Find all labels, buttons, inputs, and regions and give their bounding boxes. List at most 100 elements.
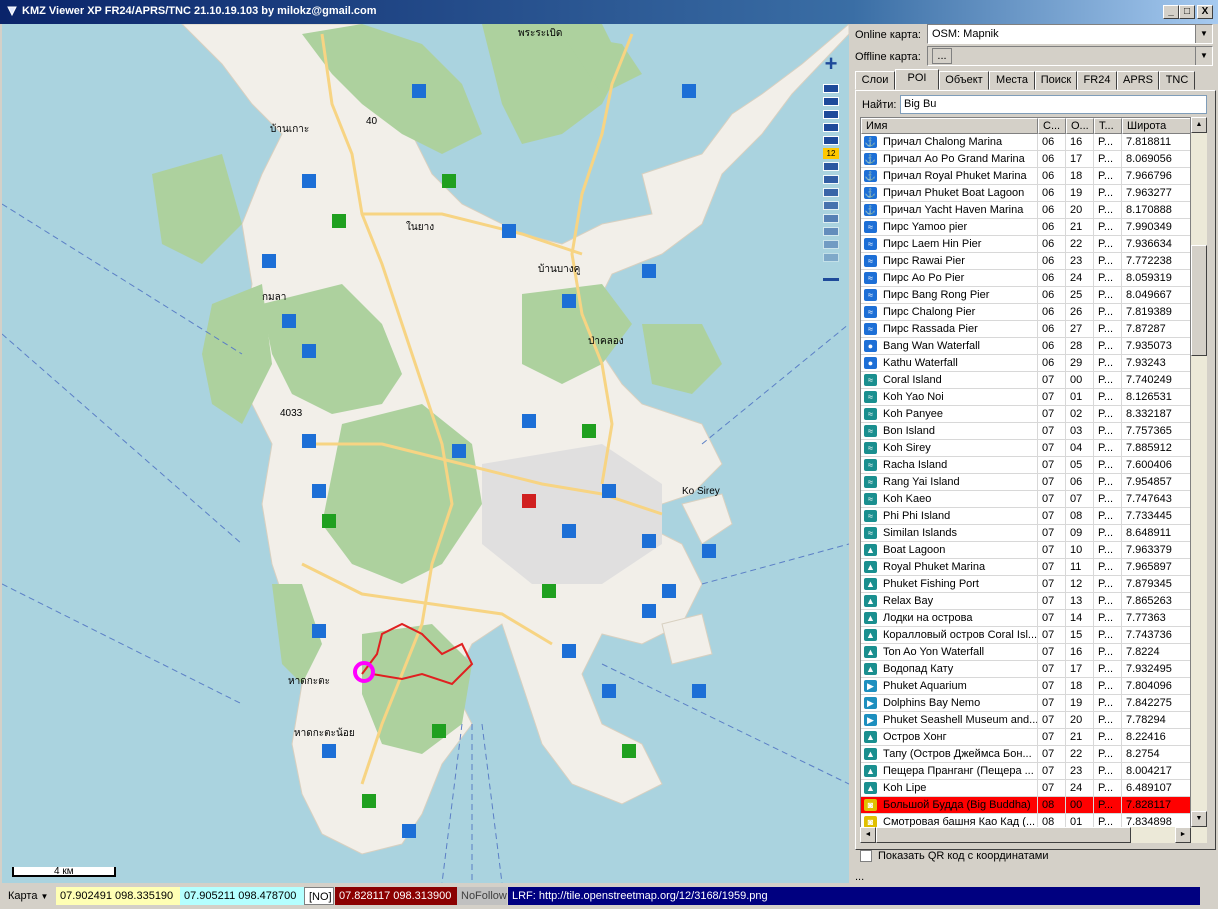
column-header-latitude[interactable]: Широта: [1122, 118, 1190, 134]
column-header-c[interactable]: С...: [1038, 118, 1066, 134]
zoom-control[interactable]: + 12: [820, 53, 842, 294]
column-header-t[interactable]: Т...: [1094, 118, 1122, 134]
zoom-level-tick[interactable]: [823, 227, 839, 236]
table-row[interactable]: ▲ Koh Lipe 07 24 P... 6.489107: [861, 780, 1190, 797]
table-row[interactable]: ▶ Phuket Aquarium 07 18 P... 7.804096: [861, 678, 1190, 695]
table-row[interactable]: ◙ Большой Будда (Big Buddha) 08 00 P... 7.828…: [861, 797, 1190, 814]
chevron-down-icon[interactable]: ▼: [1195, 47, 1212, 65]
table-row[interactable]: ⚓ Причал Yacht Haven Marina 06 20 P... 8.1708…: [861, 202, 1190, 219]
table-row[interactable]: ≈ Пирс Bang Rong Pier 06 25 P... 8.049667: [861, 287, 1190, 304]
cell-o: 22: [1066, 746, 1094, 763]
table-row[interactable]: ⚓ Причал Phuket Boat Lagoon 06 19 P... 7.9632…: [861, 185, 1190, 202]
zoom-level-tick[interactable]: [823, 123, 839, 132]
chevron-down-icon[interactable]: ▼: [1195, 25, 1212, 43]
zoom-level-tick[interactable]: [823, 253, 839, 262]
scroll-up-arrow-icon[interactable]: ▲: [1191, 117, 1207, 133]
table-row[interactable]: ≈ Пирс Chalong Pier 06 26 P... 7.819389: [861, 304, 1190, 321]
table-row[interactable]: ⚓ Причал Ao Po Grand Marina 06 17 P... 8.0690…: [861, 151, 1190, 168]
zoom-level-tick[interactable]: [823, 214, 839, 223]
table-row[interactable]: ▲ Остров Хонг 07 21 P... 8.22416: [861, 729, 1190, 746]
table-row[interactable]: ≈ Rang Yai Island 07 06 P... 7.954857: [861, 474, 1190, 491]
h-scroll-thumb[interactable]: [876, 827, 1131, 843]
table-row[interactable]: ▲ Лодки на острова 07 14 P... 7.77363: [861, 610, 1190, 627]
scroll-thumb[interactable]: [1191, 245, 1207, 356]
cell-o: 11: [1066, 559, 1094, 576]
table-row[interactable]: ▶ Phuket Seashell Museum and... 07 20 P... 7.…: [861, 712, 1190, 729]
table-row[interactable]: ≈ Phi Phi Island 07 08 P... 7.733445: [861, 508, 1190, 525]
cell-o-text: 29: [1070, 357, 1083, 369]
zoom-level-tick[interactable]: [823, 136, 839, 145]
column-header-name[interactable]: Имя: [861, 118, 1038, 134]
cell-name: ≈ Пирс Chalong Pier: [861, 304, 1038, 321]
table-row[interactable]: ≈ Пирс Ao Po Pier 06 24 P... 8.059319: [861, 270, 1190, 287]
table-row[interactable]: ≈ Bon Island 07 03 P... 7.757365: [861, 423, 1190, 440]
zoom-out-button[interactable]: [823, 278, 839, 281]
zoom-level-tick[interactable]: [823, 188, 839, 197]
zoom-level-tick[interactable]: [823, 201, 839, 210]
table-row[interactable]: ≈ Пирс Yamoo pier 06 21 P... 7.990349: [861, 219, 1190, 236]
table-row[interactable]: ≈ Пирс Rawai Pier 06 23 P... 7.772238: [861, 253, 1190, 270]
online-map-select[interactable]: OSM: Mapnik ▼: [927, 24, 1213, 44]
table-row[interactable]: ≈ Similan Islands 07 09 P... 8.648911: [861, 525, 1190, 542]
table-row[interactable]: ▲ Relax Bay 07 13 P... 7.865263: [861, 593, 1190, 610]
tab-layers[interactable]: Слои: [855, 71, 895, 90]
table-row[interactable]: ≈ Racha Island 07 05 P... 7.600406: [861, 457, 1190, 474]
table-row[interactable]: ≈ Koh Sirey 07 04 P... 7.885912: [861, 440, 1190, 457]
zoom-level-tick[interactable]: [823, 84, 839, 93]
map-view[interactable]: 40 4033 Ko Sirey บ้านเกาะ บ้านบางคู ป่าค…: [2, 24, 849, 883]
zoom-in-button[interactable]: +: [820, 53, 842, 76]
table-row[interactable]: ● Bang Wan Waterfall 06 28 P... 7.935073: [861, 338, 1190, 355]
tab-fr24[interactable]: FR24: [1077, 71, 1117, 90]
qr-checkbox[interactable]: [860, 850, 872, 862]
no-indicator[interactable]: [NO]: [304, 887, 334, 905]
table-row[interactable]: ▲ Phuket Fishing Port 07 12 P... 7.879345: [861, 576, 1190, 593]
table-horizontal-scrollbar[interactable]: ◄ ►: [860, 827, 1191, 843]
table-row[interactable]: ⚓ Причал Chalong Marina 06 16 P... 7.818811: [861, 134, 1190, 151]
tab-tnc[interactable]: TNC: [1159, 71, 1195, 90]
follow-mode[interactable]: NoFollow: [457, 887, 507, 905]
table-row[interactable]: ≈ Koh Yao Noi 07 01 P... 8.126531: [861, 389, 1190, 406]
table-row[interactable]: ▲ Ton Ao Yon Waterfall 07 16 P... 7.8224: [861, 644, 1190, 661]
zoom-level-tick[interactable]: [823, 175, 839, 184]
table-row[interactable]: ≈ Пирс Laem Hin Pier 06 22 P... 7.936634: [861, 236, 1190, 253]
minimize-button[interactable]: _: [1163, 5, 1179, 19]
tab-aprs[interactable]: APRS: [1117, 71, 1159, 90]
table-row[interactable]: ≈ Koh Kaeo 07 07 P... 7.747643: [861, 491, 1190, 508]
column-header-o[interactable]: О...: [1066, 118, 1094, 134]
maximize-button[interactable]: □: [1179, 5, 1195, 19]
table-row[interactable]: ≈ Пирс Rassada Pier 06 27 P... 7.87287: [861, 321, 1190, 338]
scroll-right-arrow-icon[interactable]: ►: [1175, 827, 1191, 843]
table-row[interactable]: ≈ Koh Panyee 07 02 P... 8.332187: [861, 406, 1190, 423]
table-row[interactable]: ▲ Пещера Пранганг (Пещера ... 07 23 P... 8.00…: [861, 763, 1190, 780]
close-button[interactable]: X: [1197, 5, 1213, 19]
table-vertical-scrollbar[interactable]: ▲ ▼: [1191, 117, 1207, 843]
title-bar[interactable]: KMZ Viewer XP FR24/APRS/TNC 21.10.19.103…: [0, 0, 1218, 24]
tab-places[interactable]: Места: [989, 71, 1035, 90]
tab-poi[interactable]: POI: [895, 69, 939, 90]
zoom-level-tick[interactable]: [823, 240, 839, 249]
table-row[interactable]: ▲ Коралловый остров Coral Isl... 07 15 P... 7…: [861, 627, 1190, 644]
scroll-left-arrow-icon[interactable]: ◄: [860, 827, 876, 843]
scroll-down-arrow-icon[interactable]: ▼: [1191, 811, 1207, 827]
poi-table[interactable]: Имя С... О... Т... Широта ⚓ Причал Chalon…: [860, 117, 1191, 843]
fish-icon: ▶: [864, 697, 877, 709]
mode-dropdown[interactable]: Карта ▼: [4, 887, 56, 905]
tab-search[interactable]: Поиск: [1035, 71, 1077, 90]
table-row[interactable]: ▲ Boat Lagoon 07 10 P... 7.963379: [861, 542, 1190, 559]
table-row[interactable]: ▶ Dolphins Bay Nemo 07 19 P... 7.842275: [861, 695, 1190, 712]
table-row[interactable]: ⚓ Причал Royal Phuket Marina 06 18 P... 7.966…: [861, 168, 1190, 185]
cell-t-text: P...: [1098, 204, 1114, 216]
table-row[interactable]: ▲ Тапу (Остров Джеймса Бон... 07 22 P... 8.27…: [861, 746, 1190, 763]
offline-map-select[interactable]: ... ▼: [927, 46, 1213, 66]
zoom-level-tick[interactable]: [823, 110, 839, 119]
cell-t: P...: [1094, 355, 1122, 372]
zoom-level-tick[interactable]: [823, 97, 839, 106]
table-row[interactable]: ≈ Coral Island 07 00 P... 7.740249: [861, 372, 1190, 389]
zoom-current-level[interactable]: 12: [823, 148, 839, 159]
table-row[interactable]: ▲ Водопад Кату 07 17 P... 7.932495: [861, 661, 1190, 678]
zoom-level-tick[interactable]: [823, 162, 839, 171]
tab-object[interactable]: Объект: [939, 71, 989, 90]
table-row[interactable]: ▲ Royal Phuket Marina 07 11 P... 7.965897: [861, 559, 1190, 576]
table-row[interactable]: ● Kathu Waterfall 06 29 P... 7.93243: [861, 355, 1190, 372]
search-input[interactable]: Big Bu: [900, 95, 1207, 114]
